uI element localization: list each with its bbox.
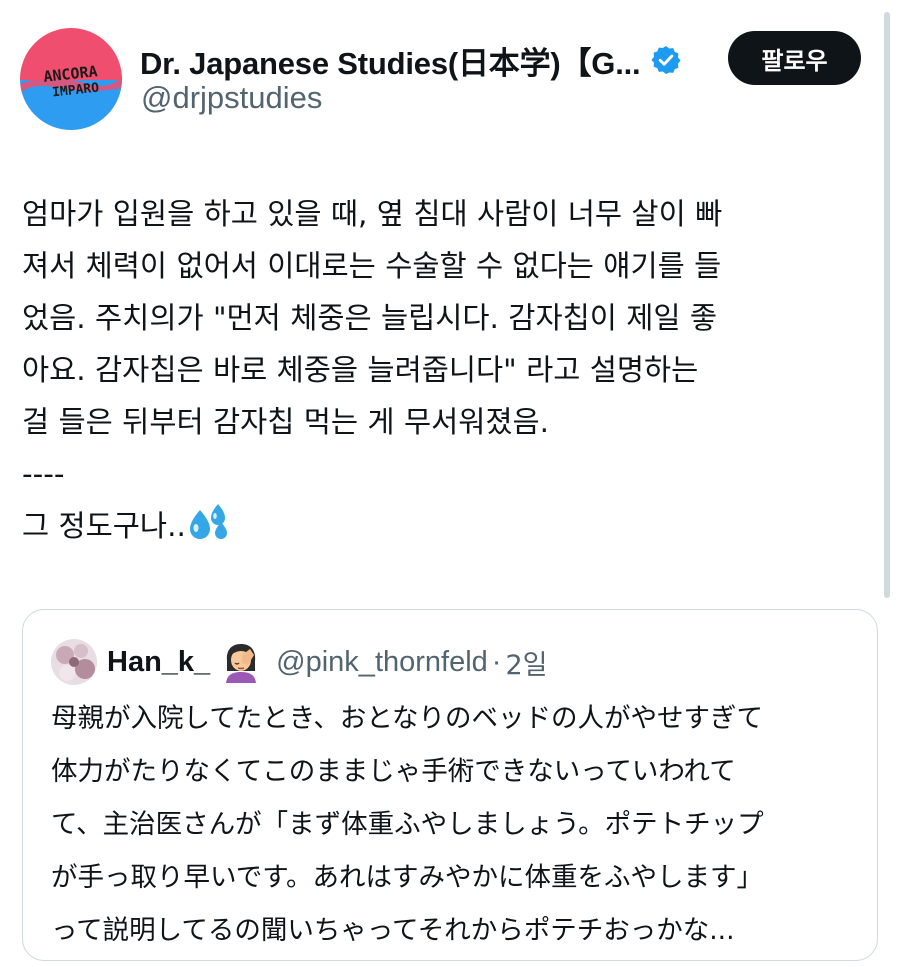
quoted-author-handle[interactable]: @pink_thornfeld	[276, 646, 488, 679]
tweet-line: 엄마가 입원을 하고 있을 때, 옆 침대 사람이 너무 살이 빠	[22, 197, 723, 231]
scrollbar[interactable]	[884, 12, 890, 598]
quoted-tweet-line: って説明してるの聞いちゃってそれからポテチおっかな...	[51, 915, 735, 946]
quoted-author-avatar[interactable]	[51, 639, 97, 685]
sweat-droplets-icon	[188, 502, 232, 542]
follow-button[interactable]: 팔로우	[728, 31, 861, 85]
tweet-line: 걸 들은 뒤부터 감자칩 먹는 게 무서워졌음.	[22, 405, 550, 439]
author-handle[interactable]: @drjpstudies	[141, 80, 322, 116]
author-display-name[interactable]: Dr. Japanese Studies(日本学)【G...	[140, 38, 641, 83]
quoted-tweet-line: て、主治医さんが「まず体重ふやしましょう。ポテトチップ	[51, 809, 764, 840]
quoted-tweet-line: 体力がたりなくてこのままじゃ手術できないっていわれて	[51, 756, 736, 787]
tweet-line: 었음. 주치의가 "먼저 체중은 늘립시다. 감자칩이 제일 좋	[22, 301, 718, 335]
tweet-line: ----	[22, 457, 65, 491]
tweet-line: 져서 체력이 없어서 이대로는 수술할 수 없다는 얘기를 들	[22, 249, 722, 283]
author-name-row[interactable]: Dr. Japanese Studies(日本学)【G...	[140, 38, 682, 82]
quoted-tweet-timestamp[interactable]: 2일	[505, 643, 547, 682]
tweet-line-text: 그 정도구나..	[22, 509, 186, 543]
quoted-tweet-line: が手っ取り早いです。あれはすみやかに体重をふやします」	[51, 862, 764, 893]
verified-badge-icon	[650, 44, 682, 76]
quoted-tweet-card[interactable]: Han_k_ @pink_thornfeld · 2일 母親が入院してたとき、お…	[22, 609, 878, 961]
quoted-tweet-header: Han_k_ @pink_thornfeld · 2일	[107, 637, 548, 687]
author-avatar[interactable]: ANCORA IMPARO	[20, 28, 122, 130]
tweet-last-line: 그 정도구나..	[22, 500, 872, 552]
facepalm-woman-icon	[220, 641, 262, 683]
quoted-tweet-line: 母親が入院してたとき、おとなりのベッドの人がやせすぎて	[51, 703, 764, 734]
header-separator: ·	[491, 645, 502, 678]
quoted-author-name[interactable]: Han_k_	[107, 646, 210, 679]
quoted-tweet-text: 母親が入院してたとき、おとなりのベッドの人がやせすぎて 体力がたりなくてこのまま…	[51, 692, 867, 957]
tweet-line: 아요. 감자칩은 바로 체중을 늘려줍니다" 라고 설명하는	[22, 353, 699, 387]
tweet-text: 엄마가 입원을 하고 있을 때, 옆 침대 사람이 너무 살이 빠 져서 체력이…	[22, 188, 872, 552]
